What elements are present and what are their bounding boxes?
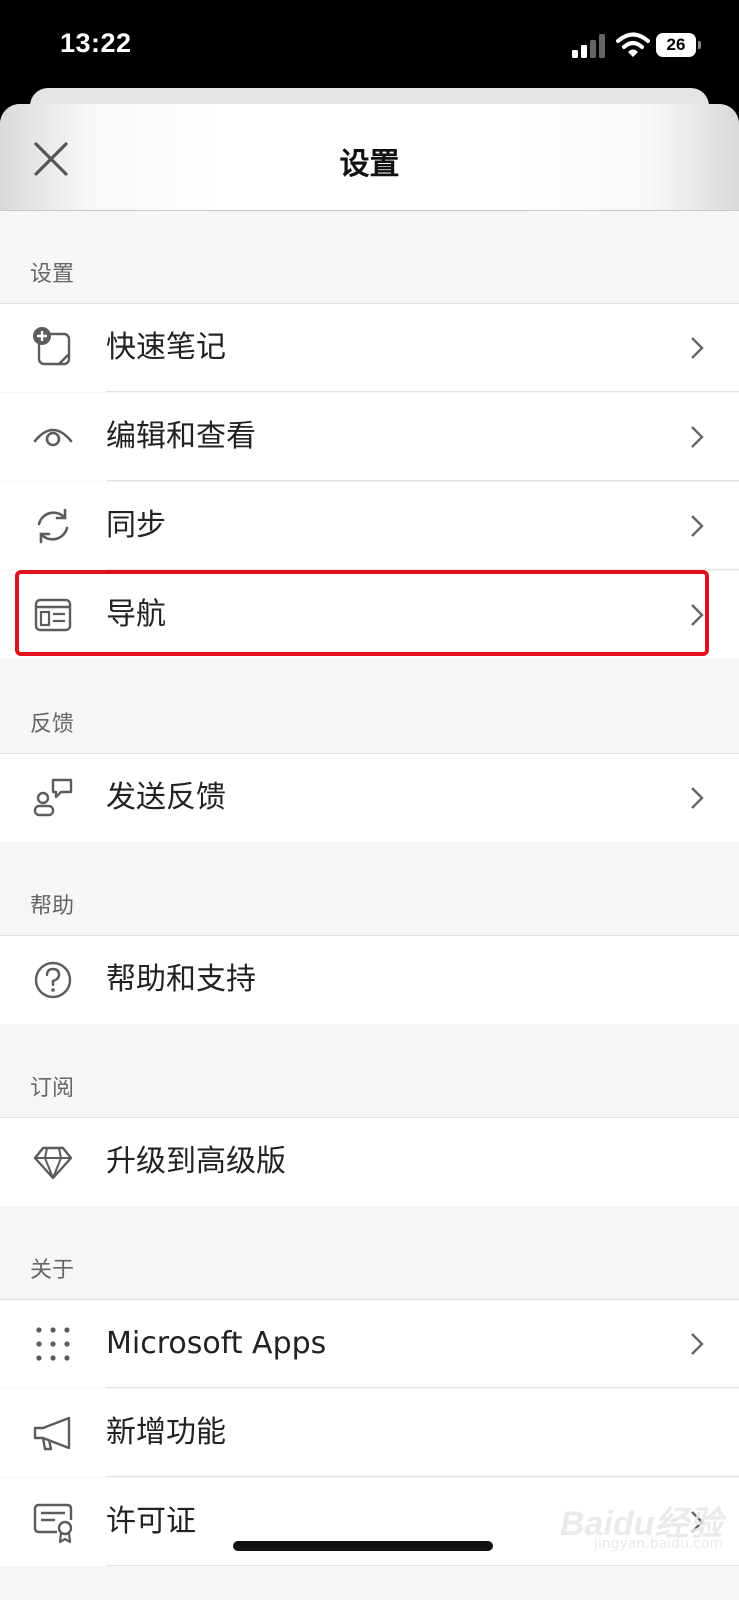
settings-item-label: 帮助和支持 (106, 962, 256, 997)
chevron-right-icon (691, 787, 704, 809)
settings-item-label: 编辑和查看 (106, 419, 256, 454)
status-time: 13:22 (60, 28, 132, 58)
sync-icon (37, 508, 69, 544)
settings-item-label: 新增功能 (106, 1415, 226, 1450)
settings-item-quick-notes[interactable]: 快速笔记 (0, 304, 739, 392)
chevron-right-icon (691, 1333, 704, 1355)
highlight-box (15, 570, 709, 656)
quick-note-icon (33, 327, 71, 366)
section-header-help: 帮助 (30, 894, 75, 919)
battery-icon: 26 (656, 33, 702, 57)
eye-icon (33, 428, 73, 447)
settings-item-label: 许可证 (106, 1504, 196, 1539)
settings-item-sync[interactable]: 同步 (0, 482, 739, 570)
settings-item-label: 快速笔记 (106, 330, 226, 365)
settings-item-whats-new[interactable]: 新增功能 (0, 1389, 739, 1477)
chevron-right-icon (691, 426, 704, 448)
battery-level: 26 (656, 33, 696, 57)
header: 设置 (0, 104, 739, 211)
settings-item-label: 发送反馈 (106, 780, 226, 815)
megaphone-icon (33, 1416, 71, 1451)
help-icon (34, 961, 72, 999)
diamond-icon (33, 1146, 73, 1180)
section-header-subscription: 订阅 (30, 1076, 75, 1101)
watermark-url: jingyan.baidu.com (594, 1536, 724, 1552)
license-icon (33, 1503, 73, 1544)
settings-item-label: 升级到高级版 (106, 1144, 286, 1179)
section-header-settings: 设置 (30, 262, 75, 287)
chevron-right-icon (691, 515, 704, 537)
chevron-right-icon (691, 337, 704, 359)
baidu-watermark: Baidu经验 jingyan.baidu.com (558, 1496, 728, 1556)
page-title: 设置 (339, 147, 400, 182)
settings-item-label: 同步 (106, 508, 166, 543)
settings-item-upgrade-premium[interactable]: 升级到高级版 (0, 1118, 739, 1206)
apps-grid-icon (36, 1327, 70, 1361)
settings-item-label: Microsoft Apps (106, 1326, 327, 1361)
cellular-signal-icon (572, 34, 605, 58)
wifi-icon (616, 32, 650, 57)
settings-item-editing-viewing[interactable]: 编辑和查看 (0, 393, 739, 481)
settings-item-help-support[interactable]: 帮助和支持 (0, 936, 739, 1024)
section-header-about: 关于 (30, 1258, 75, 1283)
status-bar: 13:22 26 (0, 0, 739, 96)
feedback-icon (33, 778, 73, 817)
settings-item-microsoft-apps[interactable]: Microsoft Apps (0, 1300, 739, 1388)
settings-item-send-feedback[interactable]: 发送反馈 (0, 754, 739, 842)
home-indicator[interactable] (233, 1541, 493, 1551)
section-header-feedback: 反馈 (30, 712, 75, 737)
settings-sheet: 设置 设置 快速笔记 编辑和查看 同步 导航 反馈 发送反馈 帮助 帮助和支持 … (0, 104, 739, 1600)
